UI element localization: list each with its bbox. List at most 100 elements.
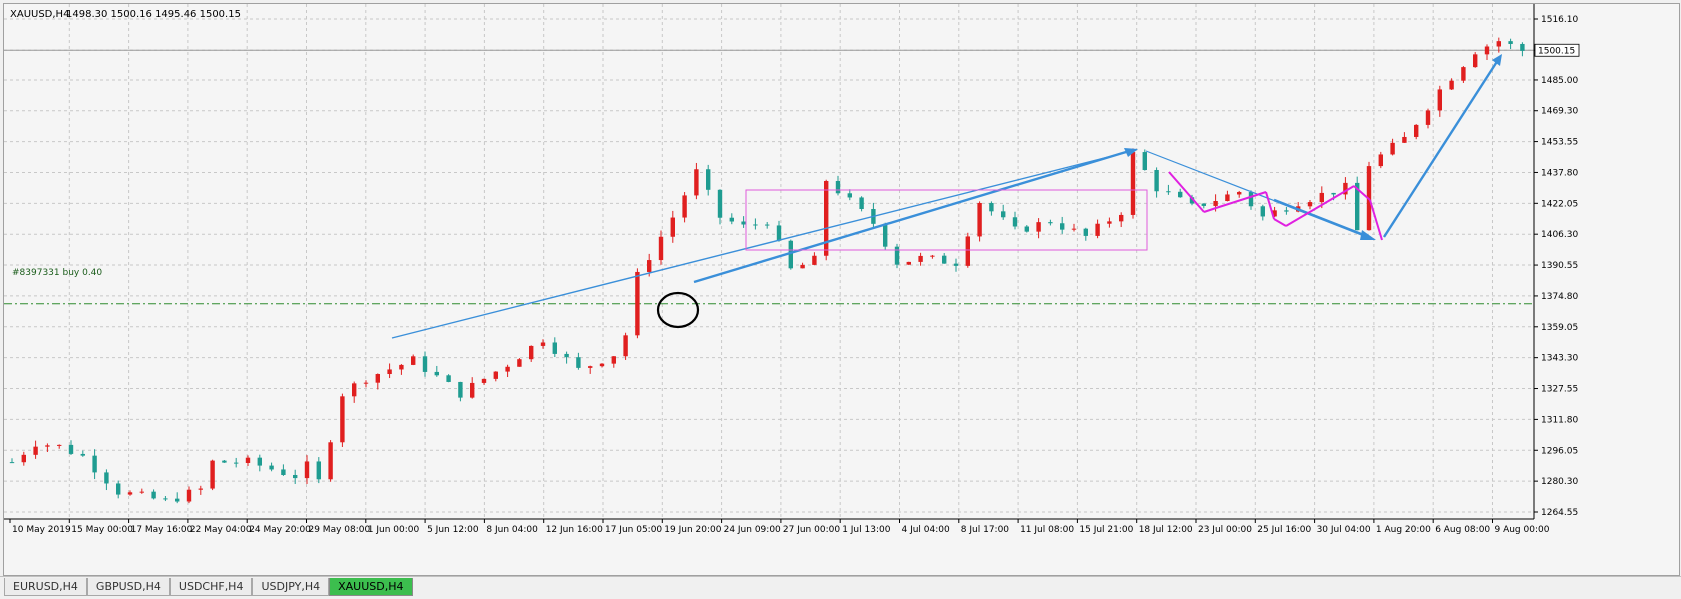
time-tick-label: 27 Jun 00:00	[783, 525, 840, 535]
candle-body	[1071, 228, 1077, 230]
candle	[1473, 52, 1478, 68]
candle-body	[776, 225, 782, 241]
candle-body	[717, 189, 723, 218]
candle-body	[965, 236, 970, 266]
candle	[446, 374, 451, 383]
candle-body	[1060, 223, 1065, 230]
chart-symbol-label: XAUUSD,H4	[10, 9, 69, 20]
candle	[894, 243, 900, 269]
time-tick-label: 8 Jun 04:00	[486, 525, 538, 535]
time-tick-label: 10 May 2019	[12, 525, 71, 535]
candle-body	[706, 169, 711, 190]
terminal-window: 1516.10 1485.00 1469.30 1453.55 1437.80 1422.…	[0, 0, 1681, 599]
time-tick-label: 1 Aug 20:00	[1376, 525, 1431, 535]
candle-body	[234, 462, 239, 464]
candle-body	[906, 261, 911, 265]
candle-body	[1024, 226, 1029, 232]
candle	[1142, 149, 1147, 171]
candle-body	[363, 382, 369, 384]
time-tick-label: 12 Jun 16:00	[546, 525, 603, 535]
candle-body	[1083, 228, 1088, 236]
candle-body	[222, 460, 227, 463]
tab-xauusd-h4[interactable]: XAUUSD,H4	[329, 578, 413, 596]
candle-body	[1048, 222, 1053, 224]
time-tick-label: 1 Jul 13:00	[842, 525, 891, 535]
chart-grid	[4, 4, 1534, 519]
candle-body	[765, 224, 770, 226]
tab-usdchf-h4[interactable]: USDCHF,H4	[169, 578, 253, 596]
time-tick-label: 4 Jul 04:00	[901, 525, 950, 535]
candle	[1130, 148, 1136, 219]
candle	[1366, 161, 1372, 231]
candle-body	[658, 236, 664, 261]
tab-gbpusd-h4[interactable]: GBPUSD,H4	[86, 578, 170, 596]
time-tick-label: 8 Jul 17:00	[961, 525, 1010, 535]
time-tick-label: 19 Jun 20:00	[664, 525, 721, 535]
candle-body	[1449, 80, 1454, 90]
candle-body	[1437, 89, 1442, 111]
candle-body	[198, 488, 203, 490]
candle-body	[1178, 191, 1183, 198]
price-tick-label: 1280.30	[1541, 477, 1578, 487]
candle-body	[1260, 206, 1265, 217]
candle-body	[45, 445, 50, 447]
price-tick-label: 1327.55	[1541, 385, 1578, 395]
candle-body	[1508, 41, 1513, 44]
candle-body	[529, 345, 534, 360]
candle-body	[1496, 41, 1501, 47]
candle-body	[80, 453, 85, 456]
candle	[328, 440, 333, 482]
candle-body	[316, 461, 321, 480]
current-price-label: 1500.15	[1538, 46, 1575, 56]
candle-body	[293, 474, 298, 479]
order-line-label[interactable]: #8397331 buy 0.40	[12, 268, 102, 278]
candle-body	[977, 202, 982, 237]
candle-body	[670, 217, 675, 237]
tab-usdjpy-h4[interactable]: USDJPY,H4	[252, 578, 330, 596]
price-tick-label: 1437.80	[1541, 168, 1578, 178]
candle-body	[824, 180, 829, 256]
candle-body	[458, 381, 463, 398]
tab-eurusd-h4[interactable]: EURUSD,H4	[4, 578, 87, 596]
candle-body	[340, 396, 345, 443]
candle-body	[1154, 170, 1159, 192]
candle-body	[1142, 152, 1147, 171]
candle-body	[375, 374, 380, 383]
plot-background	[4, 4, 1534, 519]
candle-body	[647, 260, 652, 272]
price-tick-label: 1485.00	[1541, 76, 1578, 86]
candle-body	[1130, 152, 1136, 215]
candle	[788, 239, 793, 270]
candle-body	[186, 489, 192, 502]
candle-body	[1331, 192, 1336, 195]
candle-body	[599, 363, 605, 367]
candle-body	[694, 169, 699, 196]
candle-body	[1378, 154, 1383, 167]
candle-body	[1402, 136, 1407, 143]
price-chart[interactable]: 1516.10 1485.00 1469.30 1453.55 1437.80 1422.…	[4, 4, 1679, 575]
time-tick-label: 25 Jul 16:00	[1257, 525, 1311, 535]
candle-body	[281, 469, 286, 475]
candle-body	[1237, 192, 1242, 195]
candle-body	[812, 255, 817, 265]
candle-body	[540, 342, 546, 346]
time-tick-label: 9 Aug 00:00	[1494, 525, 1549, 535]
candle-body	[139, 491, 144, 493]
candle-body	[175, 498, 180, 502]
candle	[824, 179, 829, 261]
candle-body	[517, 359, 522, 367]
chart-area[interactable]: 1516.10 1485.00 1469.30 1453.55 1437.80 1422.…	[3, 3, 1680, 576]
candle-body	[989, 202, 994, 212]
candle-body	[446, 375, 451, 382]
candle-body	[399, 364, 404, 370]
candle-body	[245, 457, 251, 463]
candle	[1355, 176, 1360, 231]
time-tick-label: 22 May 04:00	[190, 525, 252, 535]
candle-body	[953, 263, 959, 266]
candle-body	[116, 483, 121, 495]
candle	[635, 268, 640, 339]
candle-body	[800, 264, 805, 269]
candle-body	[352, 383, 357, 397]
candle-body	[481, 378, 487, 383]
candle-body	[1319, 192, 1324, 203]
